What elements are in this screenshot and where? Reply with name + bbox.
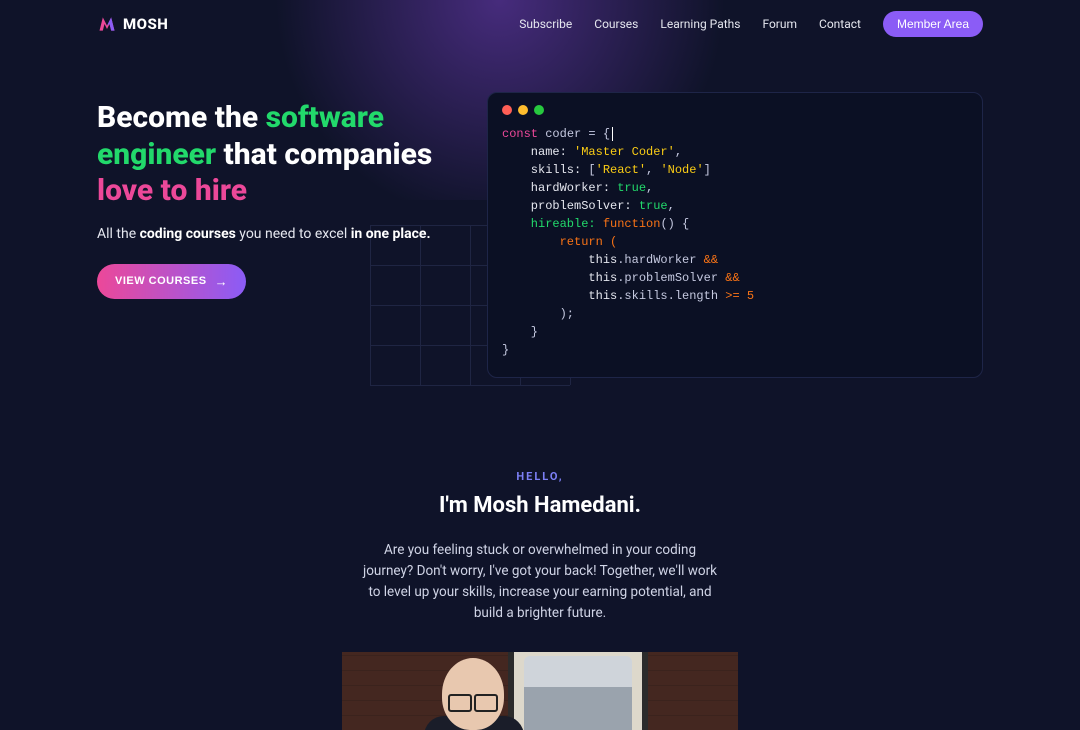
maximize-icon: [534, 105, 544, 115]
window-controls: [502, 105, 968, 115]
main-nav: Subscribe Courses Learning Paths Forum C…: [519, 11, 983, 37]
nav-forum[interactable]: Forum: [762, 17, 797, 31]
glasses-icon: [448, 694, 498, 710]
sub-part: you need to excel: [236, 226, 351, 242]
intro-eyebrow: HELLO,: [97, 470, 983, 483]
nav-learning-paths[interactable]: Learning Paths: [660, 17, 740, 31]
cta-label: VIEW COURSES: [115, 275, 207, 287]
nav-subscribe[interactable]: Subscribe: [519, 17, 572, 31]
sub-part: All the: [97, 226, 140, 242]
hero-subtitle: All the coding courses you need to excel…: [97, 226, 457, 242]
minimize-icon: [518, 105, 528, 115]
intro-title: I'm Mosh Hamedani.: [97, 493, 983, 518]
code-snippet: const coder = { name: 'Master Coder', sk…: [502, 125, 968, 359]
logo-icon: [97, 14, 117, 34]
brand-name: MOSH: [123, 15, 168, 33]
car-illustration: [524, 656, 632, 730]
sub-bold: coding courses: [140, 226, 236, 242]
intro-section: HELLO, I'm Mosh Hamedani. Are you feelin…: [97, 470, 983, 730]
hero-copy: Become the software engineer that compan…: [97, 92, 457, 299]
sub-bold: in one place.: [351, 226, 431, 242]
member-area-button[interactable]: Member Area: [883, 11, 983, 37]
hero-headline: Become the software engineer that compan…: [97, 100, 457, 210]
intro-video-thumbnail[interactable]: [342, 652, 738, 730]
text-cursor-icon: [612, 127, 613, 141]
headline-highlight-pink: love to hire: [97, 173, 247, 208]
headline-part: Become the: [97, 100, 266, 135]
brand-logo[interactable]: MOSH: [97, 14, 168, 34]
nav-courses[interactable]: Courses: [594, 17, 638, 31]
headline-part: that companies: [216, 137, 432, 172]
header: MOSH Subscribe Courses Learning Paths Fo…: [97, 0, 983, 36]
person-avatar: [412, 658, 532, 730]
intro-body: Are you feeling stuck or overwhelmed in …: [360, 540, 720, 624]
view-courses-button[interactable]: VIEW COURSES →: [97, 264, 246, 299]
code-window: const coder = { name: 'Master Coder', sk…: [487, 92, 983, 378]
arrow-right-icon: →: [215, 274, 229, 289]
hero: Become the software engineer that compan…: [97, 92, 983, 378]
nav-contact[interactable]: Contact: [819, 17, 861, 31]
close-icon: [502, 105, 512, 115]
